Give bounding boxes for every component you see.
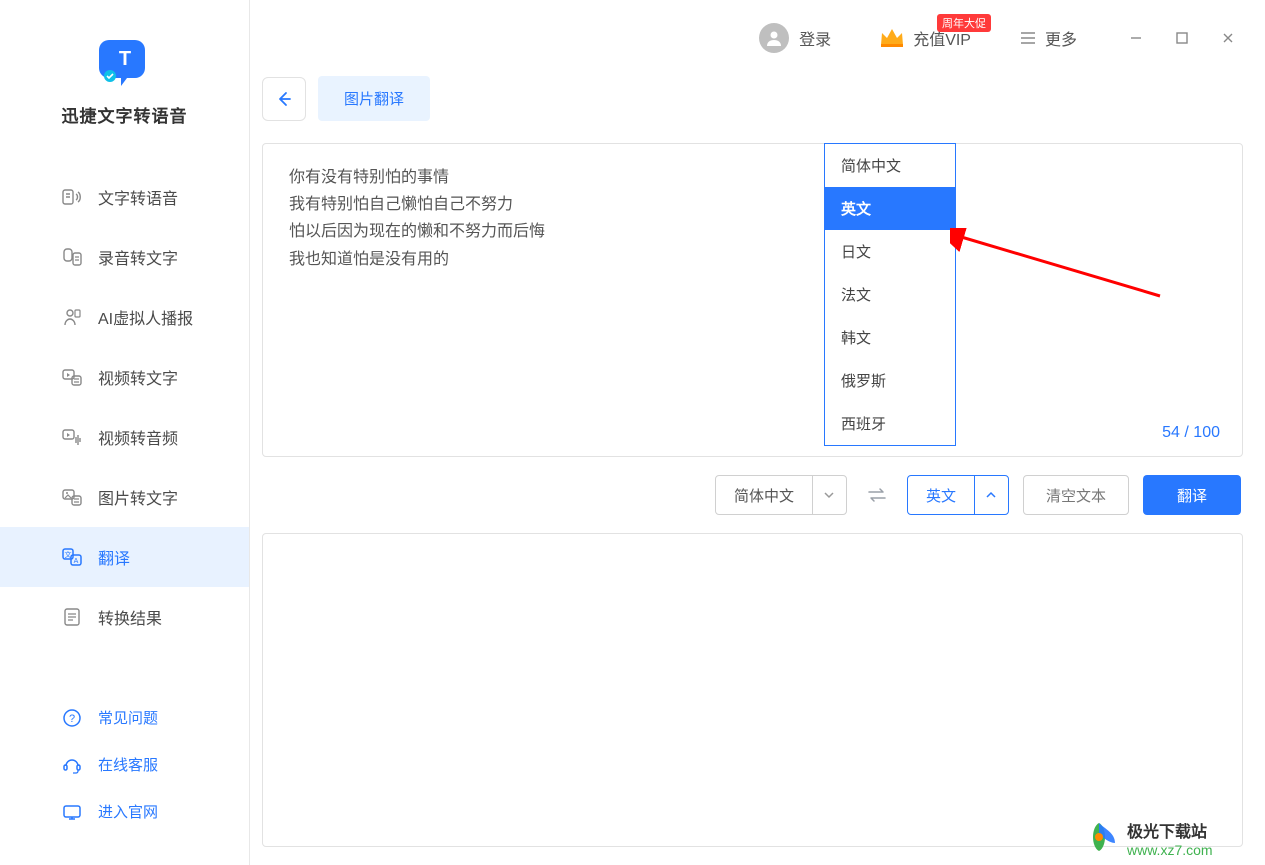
login-label: 登录 — [799, 26, 831, 50]
svg-text:A: A — [74, 558, 79, 565]
footer-item-website[interactable]: 进入官网 — [0, 788, 249, 835]
sidebar-item-label: 图片转文字 — [98, 485, 178, 509]
target-language-label: 英文 — [908, 485, 974, 506]
menu-icon — [1019, 29, 1037, 47]
ai-avatar-icon — [62, 307, 82, 327]
watermark-url: www.xz7.com — [1126, 842, 1213, 858]
content: 你有没有特别怕的事情 我有特别怕自己懒怕自己不努力 怕以后因为现在的懒和不努力而… — [250, 143, 1265, 865]
back-arrow-icon — [274, 89, 294, 109]
sidebar-item-video-to-text[interactable]: 视频转文字 — [0, 347, 249, 407]
sidebar-item-ai-avatar[interactable]: AI虚拟人播报 — [0, 287, 249, 347]
image-to-text-icon — [62, 487, 82, 507]
back-button[interactable] — [262, 77, 306, 121]
vip-promo-badge: 周年大促 — [937, 14, 991, 32]
source-language-select[interactable]: 简体中文 — [715, 475, 847, 515]
source-language-label: 简体中文 — [716, 485, 812, 506]
main: 登录 充值VIP 周年大促 更多 图片翻译 你有没有特别怕的事情 我有特别怕自己… — [250, 0, 1265, 865]
dropdown-option[interactable]: 英文 — [825, 187, 955, 230]
app-logo-icon: T — [97, 32, 153, 88]
sidebar-item-label: 转换结果 — [98, 605, 162, 629]
sidebar-item-image-to-text[interactable]: 图片转文字 — [0, 467, 249, 527]
translate-icon: 文A — [62, 547, 82, 567]
dropdown-option[interactable]: 俄罗斯 — [825, 359, 955, 402]
footer-item-label: 进入官网 — [98, 801, 158, 822]
watermark-brand: 极光下载站 — [1127, 822, 1207, 841]
close-button[interactable] — [1205, 15, 1251, 61]
sidebar-item-label: 视频转音频 — [98, 425, 178, 449]
swap-icon — [866, 487, 888, 503]
dropdown-option[interactable]: 简体中文 — [825, 144, 955, 187]
support-icon — [62, 755, 82, 775]
sidebar-item-video-to-audio[interactable]: 视频转音频 — [0, 407, 249, 467]
dropdown-option[interactable]: 法文 — [825, 273, 955, 316]
website-icon — [62, 802, 82, 822]
dropdown-option[interactable]: 韩文 — [825, 316, 955, 359]
topbar: 登录 充值VIP 周年大促 更多 — [250, 0, 1265, 76]
window-controls — [1113, 15, 1251, 61]
text-to-speech-icon — [62, 187, 82, 207]
dropdown-option[interactable]: 西班牙 — [825, 402, 955, 445]
char-max: 100 — [1193, 424, 1220, 441]
char-sep: / — [1180, 424, 1193, 441]
svg-text:T: T — [118, 48, 130, 70]
audio-to-text-icon — [62, 247, 82, 267]
svg-text:?: ? — [69, 713, 75, 725]
sidebar-item-translate[interactable]: 文A 翻译 — [0, 527, 249, 587]
tab-label: 图片翻译 — [344, 91, 404, 108]
footer-item-support[interactable]: 在线客服 — [0, 741, 249, 788]
tabbar: 图片翻译 — [250, 76, 1265, 121]
watermark: 极光下载站 www.xz7.com — [1083, 817, 1263, 863]
char-current: 54 — [1162, 424, 1180, 441]
avatar-icon — [759, 23, 789, 53]
swap-languages-button[interactable] — [865, 483, 889, 507]
footer-item-label: 在线客服 — [98, 754, 158, 775]
results-icon — [62, 607, 82, 627]
faq-icon: ? — [62, 708, 82, 728]
sidebar-item-label: AI虚拟人播报 — [98, 305, 193, 329]
footer-item-label: 常见问题 — [98, 707, 158, 728]
sidebar-item-audio-to-text[interactable]: 录音转文字 — [0, 227, 249, 287]
sidebar-item-label: 视频转文字 — [98, 365, 178, 389]
sidebar-item-results[interactable]: 转换结果 — [0, 587, 249, 647]
language-dropdown: 简体中文 英文 日文 法文 韩文 俄罗斯 西班牙 — [824, 143, 956, 446]
video-to-text-icon — [62, 367, 82, 387]
vip-button[interactable]: 充值VIP 周年大促 — [861, 26, 989, 50]
sidebar-footer: ? 常见问题 在线客服 进入官网 — [0, 694, 249, 865]
more-button[interactable]: 更多 — [1001, 26, 1095, 50]
video-to-audio-icon — [62, 427, 82, 447]
crown-icon — [879, 27, 905, 49]
dropdown-option[interactable]: 日文 — [825, 230, 955, 273]
controls-row: 简体中文 英文 清空文本 翻译 — [262, 475, 1243, 515]
maximize-button[interactable] — [1159, 15, 1205, 61]
clear-button[interactable]: 清空文本 — [1023, 475, 1129, 515]
char-count: 54 / 100 — [1162, 424, 1220, 442]
target-language-select[interactable]: 英文 — [907, 475, 1009, 515]
more-label: 更多 — [1045, 26, 1077, 50]
sidebar-item-label: 翻译 — [98, 545, 130, 569]
chevron-up-icon — [974, 476, 1008, 514]
tab-image-translate[interactable]: 图片翻译 — [318, 76, 430, 121]
sidebar-item-label: 录音转文字 — [98, 245, 178, 269]
nav-list: 文字转语音 录音转文字 AI虚拟人播报 视频转文字 视频转音频 图片转文字 文A… — [0, 167, 249, 647]
app-title: 迅捷文字转语音 — [62, 102, 188, 127]
chevron-down-icon — [812, 476, 846, 514]
login-button[interactable]: 登录 — [741, 23, 849, 53]
sidebar: T 迅捷文字转语音 文字转语音 录音转文字 AI虚拟人播报 视频转文字 视频转音… — [0, 0, 250, 865]
input-panel: 你有没有特别怕的事情 我有特别怕自己懒怕自己不努力 怕以后因为现在的懒和不努力而… — [262, 143, 1243, 457]
translate-button[interactable]: 翻译 — [1143, 475, 1241, 515]
input-textarea[interactable]: 你有没有特别怕的事情 我有特别怕自己懒怕自己不努力 怕以后因为现在的懒和不努力而… — [263, 144, 1242, 293]
sidebar-item-text-to-speech[interactable]: 文字转语音 — [0, 167, 249, 227]
minimize-button[interactable] — [1113, 15, 1159, 61]
logo-block: T 迅捷文字转语音 — [0, 32, 249, 127]
footer-item-faq[interactable]: ? 常见问题 — [0, 694, 249, 741]
sidebar-item-label: 文字转语音 — [98, 185, 178, 209]
output-panel — [262, 533, 1243, 847]
